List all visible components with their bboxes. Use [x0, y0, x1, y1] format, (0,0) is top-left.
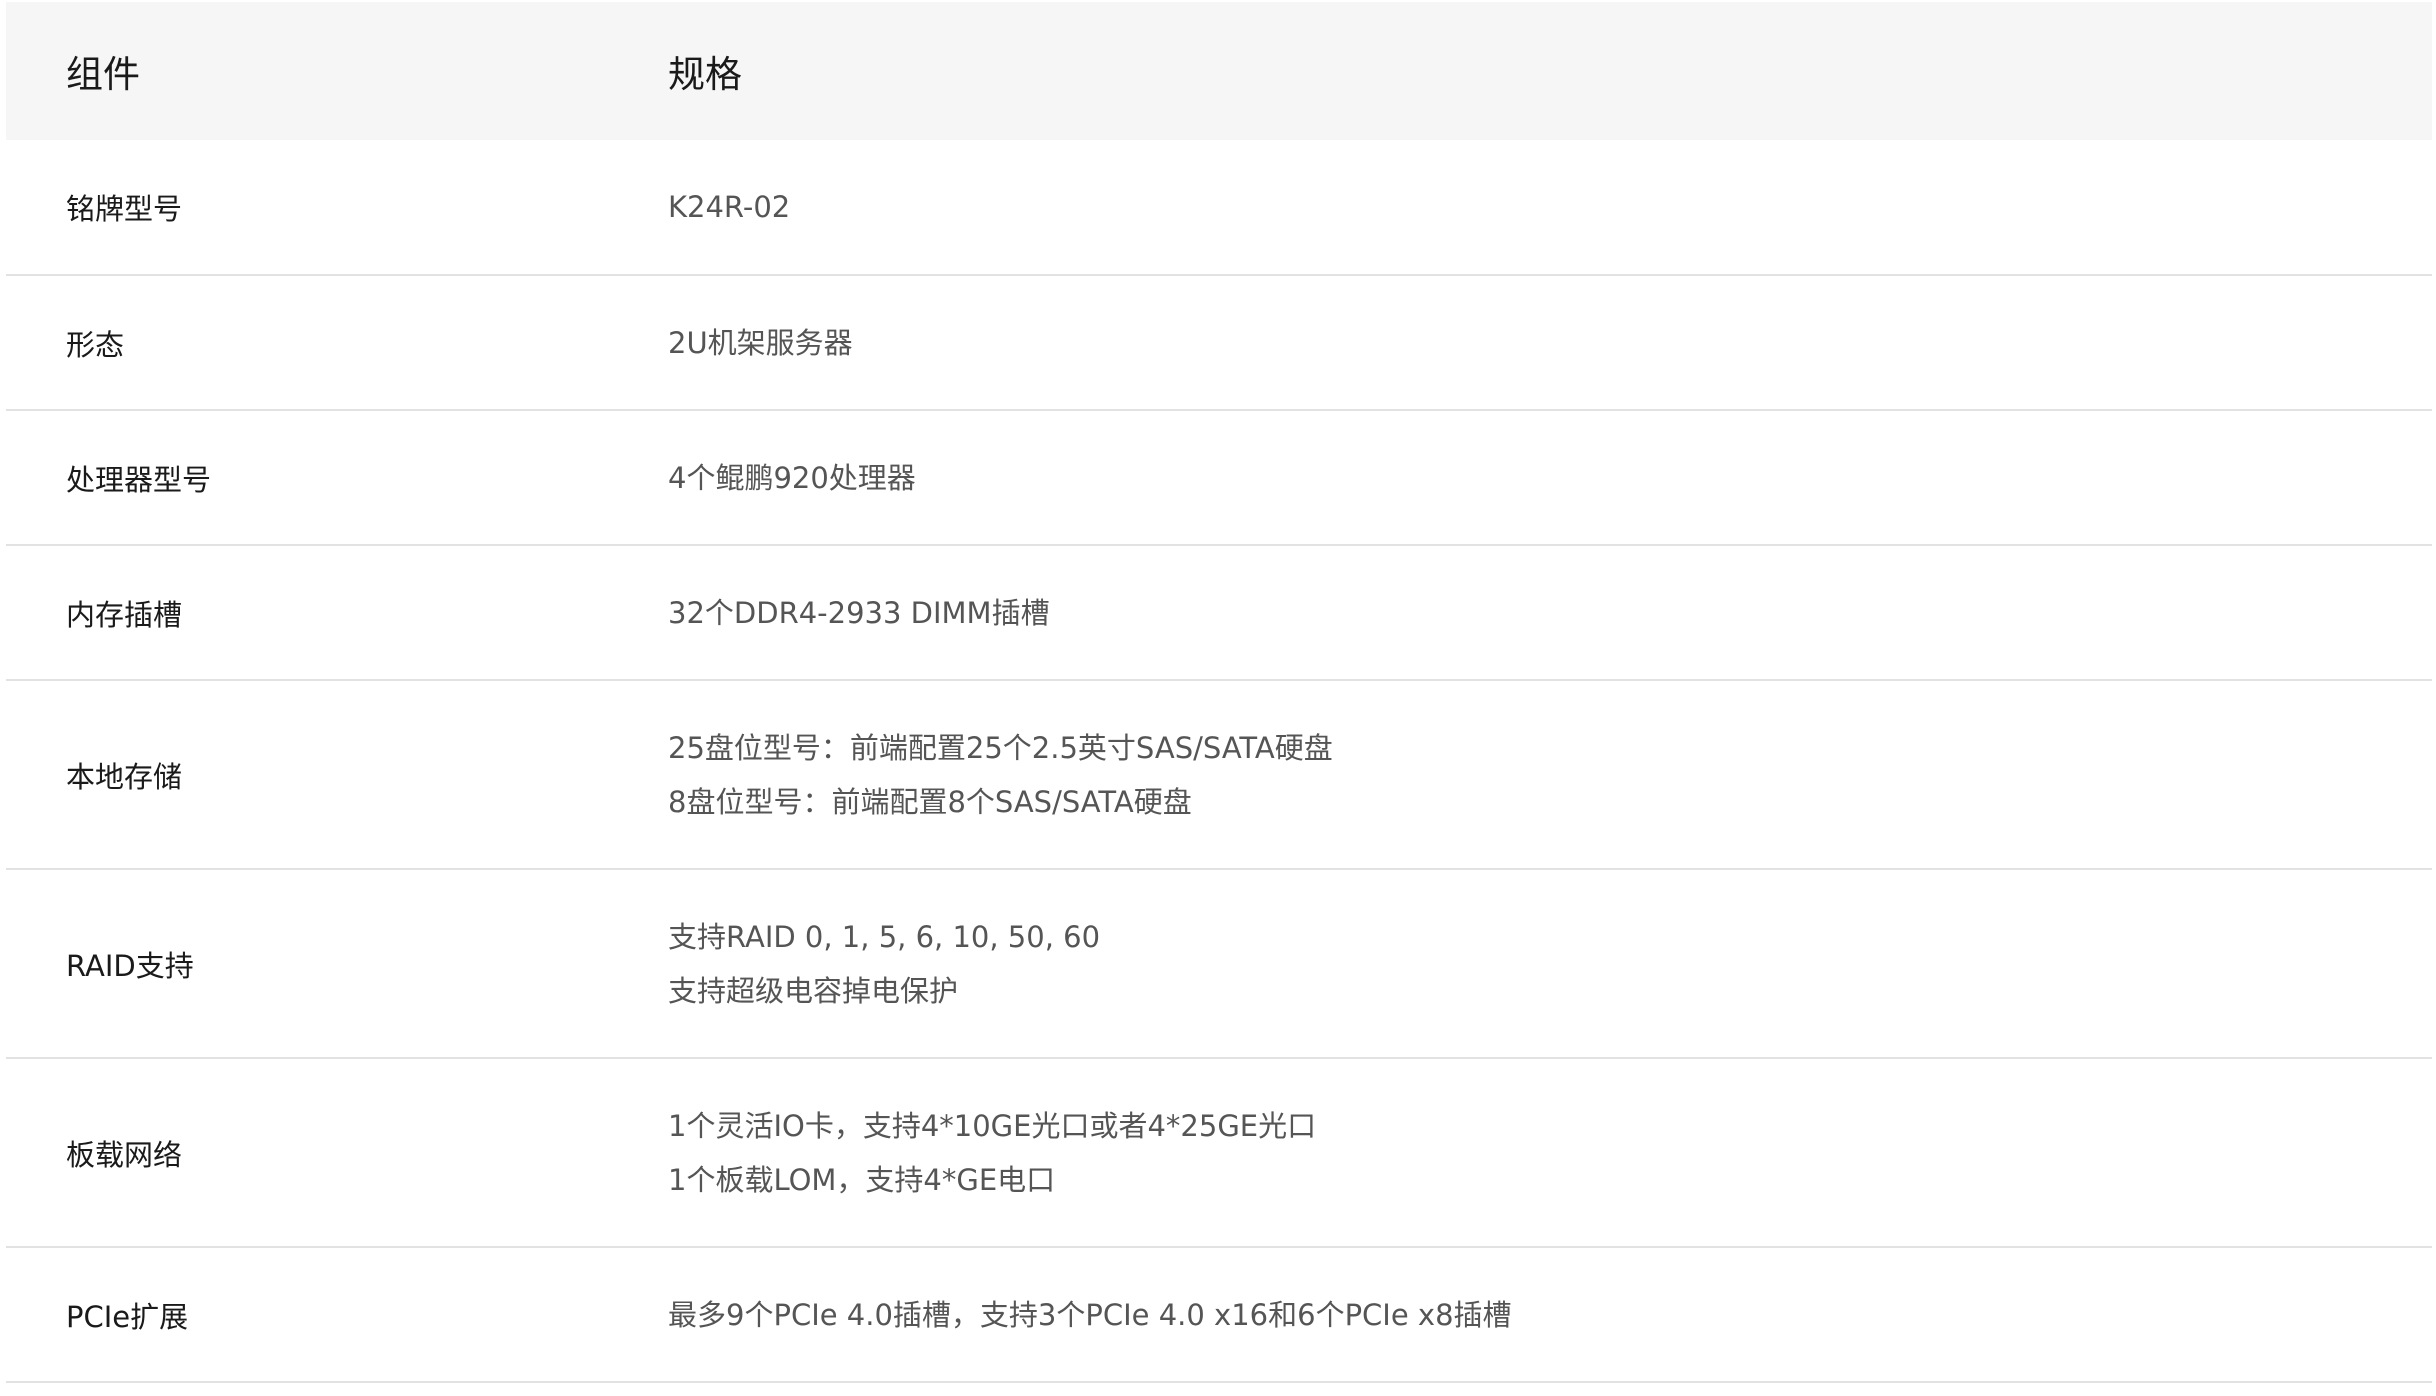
row-label: PCIe扩展	[66, 1299, 189, 1334]
header-row: 组件 规格	[6, 2, 2432, 140]
row-value: 最多9个PCIe 4.0插槽，支持3个PCIe 4.0 x16和6个PCIe x…	[608, 1247, 2432, 1382]
value-line: 1个灵活IO卡，支持4*10GE光口或者4*25GE光口	[668, 1108, 1317, 1143]
row-label: 本地存储	[66, 759, 183, 794]
row-label: RAID支持	[66, 948, 194, 983]
row-label: 形态	[66, 327, 125, 362]
table-row: 内存插槽 32个DDR4-2933 DIMM插槽	[6, 545, 2432, 680]
value-line: 8盘位型号：前端配置8个SAS/SATA硬盘	[668, 784, 1192, 819]
table-row: RAID支持 支持RAID 0, 1, 5, 6, 10, 50, 60 支持超…	[6, 869, 2432, 1058]
table-row: PCIe扩展 最多9个PCIe 4.0插槽，支持3个PCIe 4.0 x16和6…	[6, 1247, 2432, 1382]
value-line: 4个鲲鹏920处理器	[668, 460, 916, 495]
table-header: 组件 规格	[6, 2, 2432, 140]
table-row: 形态 2U机架服务器	[6, 275, 2432, 410]
value-line: 2U机架服务器	[668, 325, 853, 360]
header-component: 组件	[66, 53, 140, 96]
row-value: 4个鲲鹏920处理器	[608, 410, 2432, 545]
table-body: 铭牌型号 K24R-02 形态 2U机架服务器 处理器型号 4个鲲鹏920处理器…	[6, 140, 2432, 1382]
row-label: 内存插槽	[66, 597, 183, 632]
table-row: 铭牌型号 K24R-02	[6, 140, 2432, 275]
value-line: 支持超级电容掉电保护	[668, 973, 959, 1008]
row-value: 支持RAID 0, 1, 5, 6, 10, 50, 60 支持超级电容掉电保护	[608, 869, 2432, 1058]
table-row: 本地存储 25盘位型号：前端配置25个2.5英寸SAS/SATA硬盘 8盘位型号…	[6, 680, 2432, 869]
value-line: 最多9个PCIe 4.0插槽，支持3个PCIe 4.0 x16和6个PCIe x…	[668, 1297, 1512, 1332]
row-label: 铭牌型号	[66, 192, 183, 226]
spec-table: 组件 规格 铭牌型号 K24R-02 形态 2U机架服务器 处理器型号 4个鲲鹏…	[6, 2, 2432, 1383]
row-value: 25盘位型号：前端配置25个2.5英寸SAS/SATA硬盘 8盘位型号：前端配置…	[608, 680, 2432, 869]
row-value: K24R-02	[608, 140, 2432, 275]
table-row: 处理器型号 4个鲲鹏920处理器	[6, 410, 2432, 545]
header-spec: 规格	[668, 53, 742, 96]
row-value: 1个灵活IO卡，支持4*10GE光口或者4*25GE光口 1个板载LOM，支持4…	[608, 1058, 2432, 1247]
value-line: 1个板载LOM，支持4*GE电口	[668, 1162, 1056, 1197]
row-label: 处理器型号	[66, 462, 212, 497]
table-row: 板载网络 1个灵活IO卡，支持4*10GE光口或者4*25GE光口 1个板载LO…	[6, 1058, 2432, 1247]
value-line: 支持RAID 0, 1, 5, 6, 10, 50, 60	[668, 919, 1101, 954]
value-line: 32个DDR4-2933 DIMM插槽	[668, 595, 1050, 630]
row-value: 32个DDR4-2933 DIMM插槽	[608, 545, 2432, 680]
value-line: 25盘位型号：前端配置25个2.5英寸SAS/SATA硬盘	[668, 730, 1333, 765]
row-label: 板载网络	[66, 1137, 183, 1172]
value-line: K24R-02	[668, 190, 791, 224]
row-value: 2U机架服务器	[608, 275, 2432, 410]
